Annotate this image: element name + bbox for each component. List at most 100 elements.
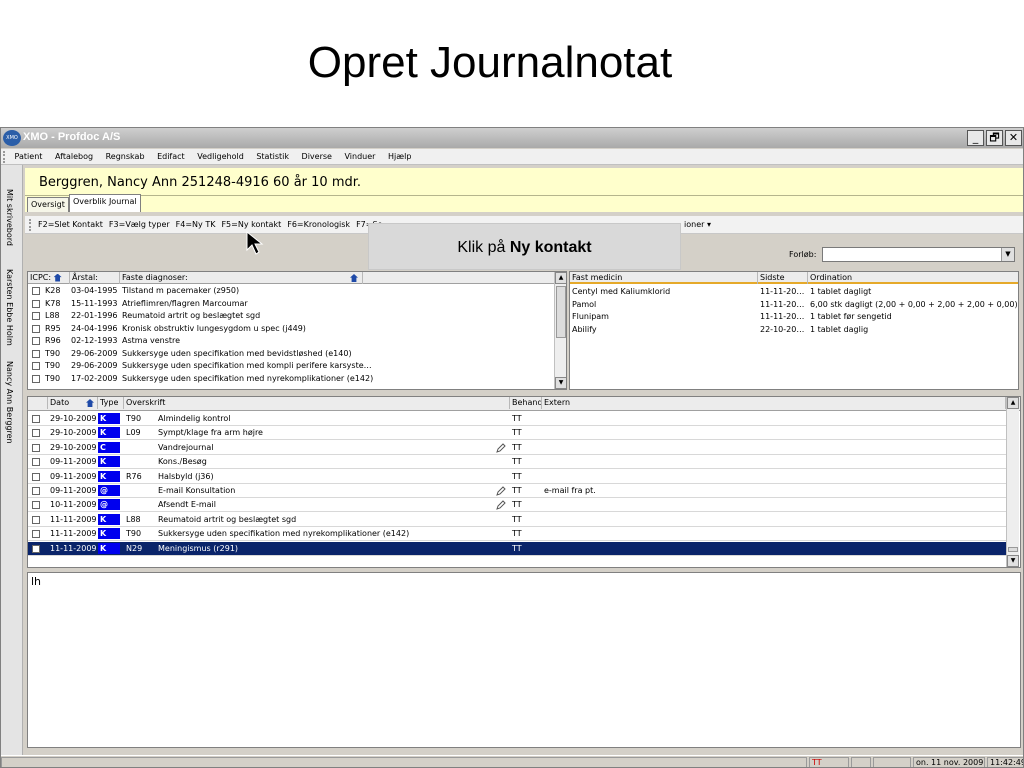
col-ordination[interactable]: Ordination (808, 272, 1018, 284)
diagnosis-row[interactable]: K28 03-04-1995 Tilstand m pacemaker (z950) (28, 285, 566, 297)
row-checkbox[interactable] (32, 515, 40, 524)
row-checkbox[interactable] (32, 487, 40, 495)
contact-row[interactable]: 29-10-2009 K L09 Sympt/klage fra arm højre T… (28, 426, 1006, 441)
tab-overblik-journal[interactable]: Overblik Journal (69, 194, 141, 212)
row-checkbox[interactable] (32, 501, 40, 510)
scroll-thumb[interactable] (556, 286, 566, 338)
contact-row[interactable]: 10-11-2009 @ Afsendt E-mail TT (28, 498, 1006, 513)
key-vaelg-typer[interactable]: F3=Vælg typer (106, 220, 173, 229)
pencil-icon[interactable] (496, 443, 506, 453)
medicine-row[interactable]: Centyl med Kaliumklorid 11-11-20… 1 tablet… (570, 286, 1018, 298)
sidebar-item-mit-skrivebord[interactable]: Mit skrivebord (5, 189, 14, 246)
diagnosis-row[interactable]: T90 29-06-2009 Sukkersyge uden specifikati… (28, 348, 566, 360)
row-checkbox[interactable] (32, 312, 40, 320)
menu-patient[interactable]: Patient (10, 149, 48, 165)
diagnosis-row[interactable]: R95 24-04-1996 Kronisk obstruktiv lungesyg… (28, 323, 566, 335)
medicine-row[interactable]: Abilify 22-10-20… 1 tablet daglig (570, 324, 1018, 336)
menu-edifact[interactable]: Edifact (152, 149, 190, 165)
row-checkbox[interactable] (32, 415, 40, 423)
col-fast-medicin[interactable]: Fast medicin (570, 272, 758, 284)
scroll-up-icon[interactable]: ▲ (555, 272, 566, 284)
row-checkbox[interactable] (32, 443, 40, 452)
scroll-up-icon[interactable]: ▲ (1007, 397, 1019, 409)
menu-regnskab[interactable]: Regnskab (101, 149, 150, 165)
col-dato[interactable]: Dato (48, 397, 98, 409)
contact-row[interactable]: 09-11-2009 K R76 Halsbyld (j36) TT (28, 470, 1006, 484)
contact-row[interactable]: 29-10-2009 K T90 Almindelig kontrol TT (28, 412, 1006, 426)
row-checkbox[interactable] (32, 429, 40, 438)
diagnosis-row[interactable]: T90 29-06-2009 Sukkersyge uden specifikati… (28, 360, 566, 372)
menu-diverse[interactable]: Diverse (297, 149, 337, 165)
type-badge: @ (98, 499, 120, 511)
chevron-down-icon[interactable]: ▼ (1001, 248, 1014, 261)
row-checkbox[interactable] (32, 458, 40, 467)
medicine-row[interactable]: Pamol 11-11-20… 6,00 stk dagligt (2,00 + 0… (570, 299, 1018, 311)
journal-note-editor[interactable]: lh (27, 572, 1021, 748)
diagnosis-row[interactable]: L88 22-01-1996 Reumatoid artrit og beslægt… (28, 310, 566, 322)
col-overskrift[interactable]: Overskrift (124, 397, 510, 409)
forlob-select[interactable]: ▼ (822, 247, 1015, 262)
key-ny-kontakt[interactable]: F5=Ny kontakt (218, 220, 284, 229)
diagnosis-row[interactable]: T90 17-02-2009 Sukkersyge uden specifikati… (28, 373, 566, 385)
row-checkbox[interactable] (32, 299, 40, 308)
diagnosis-date: 29-06-2009 (71, 348, 118, 358)
key-funktioner[interactable]: ioner ▾ (681, 216, 714, 234)
minimize-button[interactable]: _ (967, 130, 984, 146)
contact-row[interactable]: 11-11-2009 K T90 Sukkersyge uden specifikat… (28, 527, 1006, 542)
contact-row[interactable]: 29-10-2009 C Vandrejournal TT (28, 441, 1006, 455)
row-checkbox[interactable] (32, 530, 40, 539)
contact-row[interactable]: 09-11-2009 @ E-mail Konsultation TT e-mail f… (28, 484, 1006, 498)
contacts-scrollbar[interactable]: ▲ ▼ (1006, 397, 1019, 567)
contact-row[interactable]: 09-11-2009 K Kons./Besøg TT (28, 455, 1006, 470)
row-checkbox[interactable] (32, 324, 40, 333)
col-year[interactable]: Årstal: (70, 272, 120, 284)
patient-header: Berggren, Nancy Ann 251248-4916 60 år 10… (25, 168, 1023, 196)
col-type[interactable]: Type (98, 397, 124, 409)
key-ny-tk[interactable]: F4=Ny TK (173, 220, 219, 229)
sidebar-item-karsten[interactable]: Karsten Ebbe Holm (5, 269, 14, 346)
diagnosis-date: 24-04-1996 (71, 323, 118, 333)
medicine-last: 11-11-20… (760, 287, 805, 296)
row-checkbox[interactable] (32, 287, 40, 295)
scroll-down-icon[interactable]: ▼ (1007, 555, 1019, 567)
medicine-header: Fast medicin Sidste Ordination (570, 272, 1018, 284)
type-badge: K (98, 413, 120, 424)
contact-code: L88 (126, 514, 141, 524)
row-checkbox[interactable] (32, 472, 40, 481)
row-checkbox[interactable] (32, 374, 40, 383)
pencil-icon[interactable] (496, 500, 506, 511)
contact-row[interactable]: 11-11-2009 K L88 Reumatoid artrit og beslæg… (28, 513, 1006, 527)
col-icpc[interactable]: ICPC: (28, 272, 70, 284)
col-diagnosis[interactable]: Faste diagnoser: (120, 272, 363, 284)
key-slet-kontakt[interactable]: F2=Slet Kontakt (35, 220, 106, 229)
status-bar: TT on. 11 nov. 2009 11:42:49 (1, 755, 1023, 767)
tab-oversigt[interactable]: Oversigt (27, 197, 69, 212)
scroll-thumb[interactable] (1008, 547, 1018, 552)
diagnoses-scrollbar[interactable]: ▲ ▼ (554, 272, 566, 389)
scroll-down-icon[interactable]: ▼ (555, 377, 566, 389)
row-checkbox[interactable] (32, 337, 40, 345)
pencil-icon[interactable] (496, 486, 506, 496)
diagnosis-date: 02-12-1993 (71, 336, 118, 345)
close-button[interactable]: ✕ (1005, 130, 1022, 146)
col-behand[interactable]: Behand (510, 397, 542, 409)
menu-vedligehold[interactable]: Vedligehold (192, 149, 249, 165)
key-kronologisk[interactable]: F6=Kronologisk (284, 220, 353, 229)
col-extern[interactable]: Extern (542, 397, 1006, 409)
sidebar-item-nancy[interactable]: Nancy Ann Berggren (5, 361, 14, 444)
patient-name: Berggren, Nancy Ann 251248-4916 60 år 10… (39, 175, 362, 190)
restore-button[interactable]: 🗗 (986, 130, 1003, 146)
menu-statistik[interactable]: Statistik (251, 149, 294, 165)
diagnosis-row[interactable]: K78 15-11-1993 Atrieflimren/flagren Marcou… (28, 298, 566, 310)
diagnosis-row[interactable]: R96 02-12-1993 Astma venstre (28, 335, 566, 347)
menu-hjaelp[interactable]: Hjælp (383, 149, 416, 165)
diagnosis-date: 22-01-1996 (71, 311, 118, 320)
menu-aftalebog[interactable]: Aftalebog (50, 149, 98, 165)
medicine-row[interactable]: Flunipam 11-11-20… 1 tablet før sengetid (570, 311, 1018, 323)
contact-row[interactable]: 11-11-2009 K N29 Meningismus (r291) TT (28, 541, 1006, 556)
row-checkbox[interactable] (32, 362, 40, 370)
col-sidste[interactable]: Sidste (758, 272, 808, 284)
menu-vinduer[interactable]: Vinduer (340, 149, 381, 165)
row-checkbox[interactable] (32, 349, 40, 358)
row-checkbox[interactable] (32, 544, 40, 553)
